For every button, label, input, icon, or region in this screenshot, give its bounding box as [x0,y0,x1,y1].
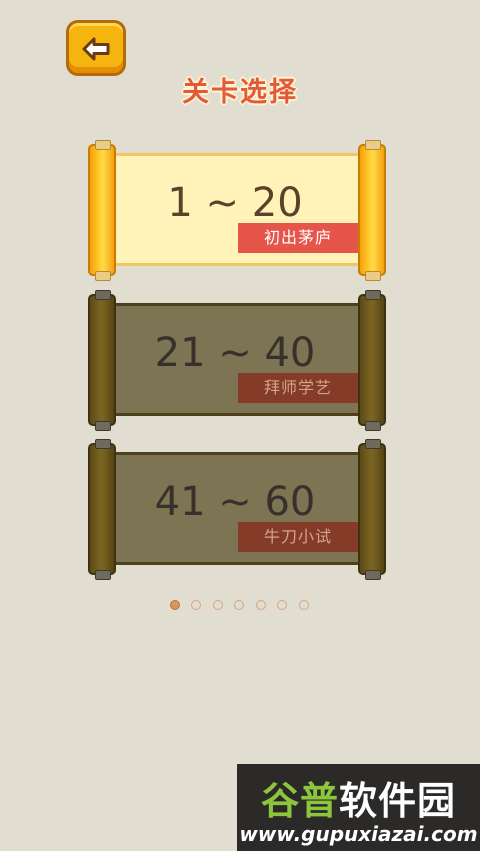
page-dot-3[interactable] [213,600,223,610]
level-name-badge: 牛刀小试 [238,522,358,552]
level-scroll-21-40[interactable]: 21 ~ 40 拜师学艺 [88,290,388,434]
page-title: 关卡选择 [182,77,298,108]
watermark-logo: 谷普软件园 www.gupuxiazai.com [237,764,480,851]
page-dot-7[interactable] [299,600,309,610]
page-dot-5[interactable] [256,600,266,610]
page-dot-6[interactable] [277,600,287,610]
level-range: 41 ~ 60 [154,479,316,525]
page-dot-1[interactable] [170,600,180,610]
page-dot-2[interactable] [191,600,201,610]
scroll-rod-right [358,439,386,580]
scroll-rod-left [88,140,116,281]
level-scroll-1-20[interactable]: 1 ~ 20 初出茅庐 [88,140,388,284]
level-name-badge: 初出茅庐 [238,223,358,253]
scroll-rod-left [88,439,116,580]
level-range: 21 ~ 40 [154,330,316,376]
scroll-rod-right [358,140,386,281]
watermark-brand: 谷普软件园 [260,779,457,823]
watermark-url: www.gupuxiazai.com [239,822,478,846]
page-dot-4[interactable] [234,600,244,610]
level-range: 1 ~ 20 [167,180,303,226]
scroll-rod-left [88,290,116,431]
scroll-rod-right [358,290,386,431]
level-scroll-41-60[interactable]: 41 ~ 60 牛刀小试 [88,439,388,583]
level-name-badge: 拜师学艺 [238,373,358,403]
arrow-left-icon [82,37,110,61]
back-button[interactable] [66,20,126,76]
